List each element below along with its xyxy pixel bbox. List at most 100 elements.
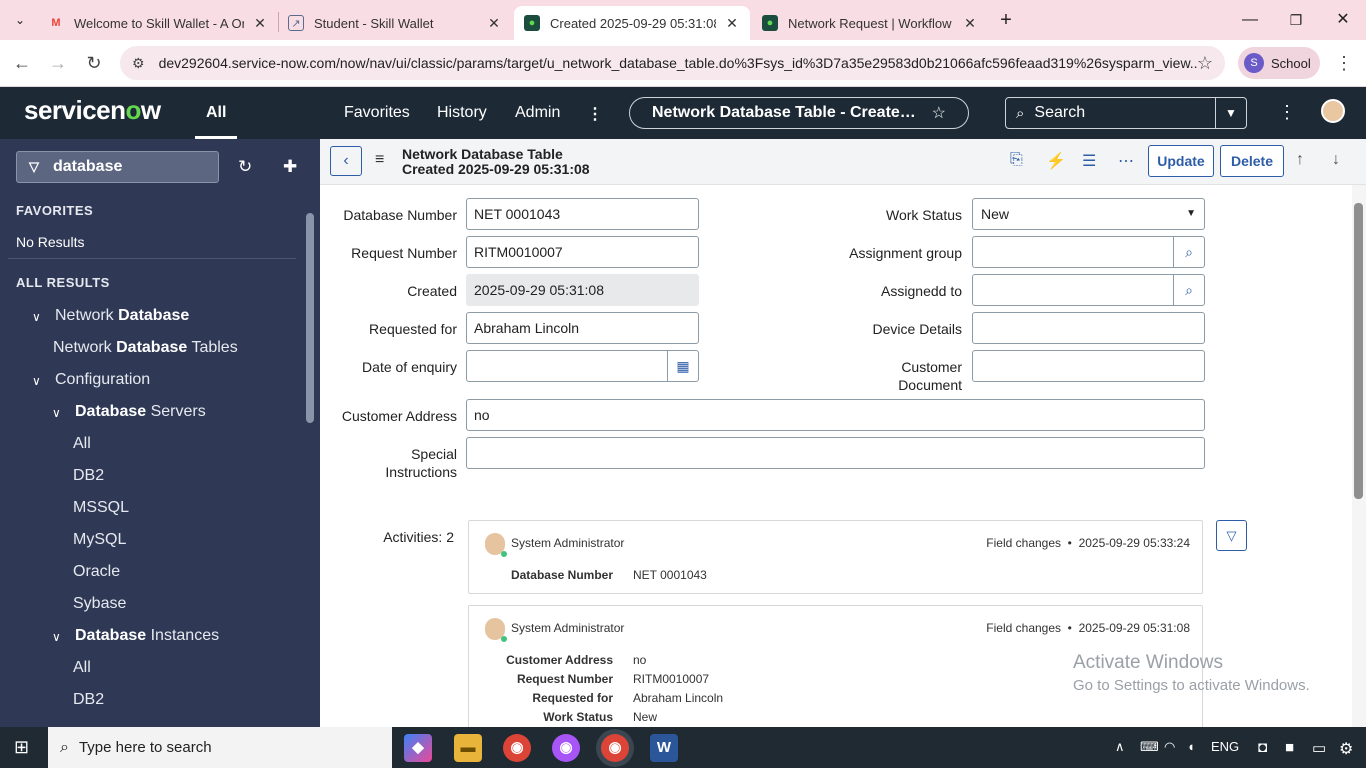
device-details-input[interactable]: [972, 312, 1205, 344]
windows-start-icon[interactable]: ⊞: [14, 737, 29, 758]
minimize-icon[interactable]: —: [1238, 8, 1262, 32]
nav-servers-oracle[interactable]: Oracle: [73, 563, 120, 581]
next-record-icon[interactable]: ↓: [1332, 151, 1340, 169]
header-more-icon[interactable]: ⋮: [1278, 102, 1296, 123]
browser-menu-icon[interactable]: ⋮: [1332, 52, 1356, 76]
bookmark-star-icon[interactable]: ☆: [1197, 53, 1213, 74]
browser-tab-created-record[interactable]: ● Created 2025-09-29 05:31:08 | N ✕: [514, 6, 750, 40]
chevron-down-icon[interactable]: ∨: [32, 374, 41, 388]
date-of-enquiry-input[interactable]: [466, 350, 669, 382]
nav-configuration[interactable]: Configuration: [55, 371, 150, 389]
assigned-to-input[interactable]: [972, 274, 1175, 306]
close-icon[interactable]: ✕: [252, 15, 268, 32]
back-arrow-icon[interactable]: ←: [10, 52, 34, 76]
calendar-icon[interactable]: ▦: [667, 350, 699, 382]
navigator-filter-input[interactable]: ▽ database: [16, 151, 219, 183]
search-icon[interactable]: ⌕: [1173, 274, 1205, 306]
nav-servers-sybase[interactable]: Sybase: [73, 595, 126, 613]
tray-chevron-icon[interactable]: ∧: [1115, 739, 1125, 755]
database-number-input[interactable]: NET 0001043: [466, 198, 699, 230]
video-icon[interactable]: ■: [1285, 739, 1294, 756]
window-close-icon[interactable]: ✕: [1331, 8, 1355, 32]
close-icon[interactable]: ✕: [486, 15, 502, 32]
pin-icon[interactable]: ✚: [283, 157, 297, 177]
nav-database-servers[interactable]: Database Servers: [75, 403, 206, 421]
favorite-star-icon[interactable]: ☆: [932, 103, 946, 123]
search-icon: ⌕: [1016, 104, 1025, 122]
input-method-icon[interactable]: ⌨: [1140, 739, 1159, 755]
word-icon[interactable]: W: [650, 734, 678, 762]
nav-database-instances[interactable]: Database Instances: [75, 627, 219, 645]
special-instructions-input[interactable]: [466, 437, 1205, 469]
page-scrollbar[interactable]: [1352, 185, 1366, 727]
customer-document-input[interactable]: [972, 350, 1205, 382]
taskbar-search[interactable]: ⌕ Type here to search: [48, 727, 392, 768]
browser-tab-gmail[interactable]: M Welcome to Skill Wallet - A One ✕: [38, 6, 278, 40]
restore-icon[interactable]: ❐: [1284, 8, 1308, 32]
copilot-icon[interactable]: ◆: [404, 734, 432, 762]
update-button[interactable]: Update: [1148, 145, 1214, 177]
profile-button[interactable]: S School: [1238, 47, 1320, 79]
nav-network-database-tables[interactable]: Network Database Tables: [53, 339, 238, 357]
nav-instances-all[interactable]: All: [73, 659, 91, 677]
admin-menu[interactable]: Admin: [515, 104, 560, 122]
all-menu-tab[interactable]: All: [206, 104, 226, 122]
history-menu[interactable]: History: [437, 104, 487, 122]
attachment-icon[interactable]: ⎘: [1010, 151, 1023, 169]
settings-gear-icon[interactable]: ⚙: [1339, 739, 1353, 759]
back-button[interactable]: ‹: [330, 146, 362, 176]
refresh-icon[interactable]: ↻: [238, 157, 252, 177]
sidebar-scrollbar[interactable]: [306, 213, 314, 423]
user-avatar[interactable]: [1321, 99, 1345, 123]
site-info-icon[interactable]: ⚙: [132, 55, 145, 72]
nav-network-database[interactable]: Network Database: [55, 307, 189, 325]
chevron-down-icon[interactable]: ∨: [32, 310, 41, 324]
request-number-input[interactable]: RITM0010007: [466, 236, 699, 268]
activity-filter-button[interactable]: ▽: [1216, 520, 1247, 551]
chevron-down-icon[interactable]: ▼: [1215, 98, 1246, 128]
favorites-menu[interactable]: Favorites: [344, 104, 410, 122]
assignment-group-input[interactable]: [972, 236, 1175, 268]
nav-servers-all[interactable]: All: [73, 435, 91, 453]
window-icon[interactable]: ▭: [1312, 739, 1326, 757]
language-indicator[interactable]: ENG: [1211, 739, 1239, 754]
more-menu-icon[interactable]: ⋮: [587, 104, 603, 124]
close-icon[interactable]: ✕: [724, 15, 740, 32]
activity-icon[interactable]: ⚡: [1046, 151, 1066, 171]
close-icon[interactable]: ✕: [962, 15, 978, 32]
url-field[interactable]: ⚙ dev292604.service-now.com/now/nav/ui/c…: [120, 46, 1225, 80]
personalize-icon[interactable]: ☰: [1082, 151, 1096, 171]
file-explorer-icon[interactable]: ▬: [454, 734, 482, 762]
browser-tab-network-request[interactable]: ● Network Request | Workflow Stu ✕: [752, 6, 988, 40]
customer-address-input[interactable]: no: [466, 399, 1205, 431]
date-of-enquiry-label: Date of enquiry: [362, 359, 457, 375]
context-title-pill[interactable]: Network Database Table - Created 2... ☆: [629, 97, 969, 129]
wifi-icon[interactable]: ◠: [1164, 739, 1175, 755]
volume-icon[interactable]: ◖: [1187, 739, 1195, 754]
servicenow-logo[interactable]: servicenow: [24, 95, 161, 126]
requested-for-input[interactable]: Abraham Lincoln: [466, 312, 699, 344]
browser-tab-skillwallet[interactable]: ↗ Student - Skill Wallet ✕: [278, 6, 512, 40]
chevron-down-icon[interactable]: ∨: [52, 406, 61, 420]
work-status-select[interactable]: New ▼: [972, 198, 1205, 230]
camera-icon[interactable]: ◘: [1258, 739, 1267, 756]
reload-icon[interactable]: ↻: [82, 52, 106, 76]
new-tab-icon[interactable]: +: [994, 8, 1018, 32]
context-menu-icon[interactable]: ≡: [375, 151, 384, 169]
search-icon[interactable]: ⌕: [1173, 236, 1205, 268]
tab-search-icon[interactable]: ⌄: [8, 8, 32, 32]
nav-servers-db2[interactable]: DB2: [73, 467, 104, 485]
more-options-icon[interactable]: ⋯: [1118, 151, 1134, 171]
customer-address-label: Customer Address: [341, 408, 457, 424]
chrome-icon[interactable]: ◉: [503, 734, 531, 762]
forward-arrow-icon[interactable]: →: [46, 52, 70, 76]
chevron-down-icon[interactable]: ∨: [52, 630, 61, 644]
previous-record-icon[interactable]: ↑: [1296, 151, 1304, 169]
nav-servers-mysql[interactable]: MySQL: [73, 531, 126, 549]
nav-servers-mssql[interactable]: MSSQL: [73, 499, 129, 517]
chrome-profile-icon[interactable]: ◉: [552, 734, 580, 762]
delete-button[interactable]: Delete: [1220, 145, 1284, 177]
chrome-active-icon[interactable]: ◉: [601, 734, 629, 762]
global-search[interactable]: ⌕ Search ▼: [1005, 97, 1247, 129]
nav-instances-db2[interactable]: DB2: [73, 691, 104, 709]
